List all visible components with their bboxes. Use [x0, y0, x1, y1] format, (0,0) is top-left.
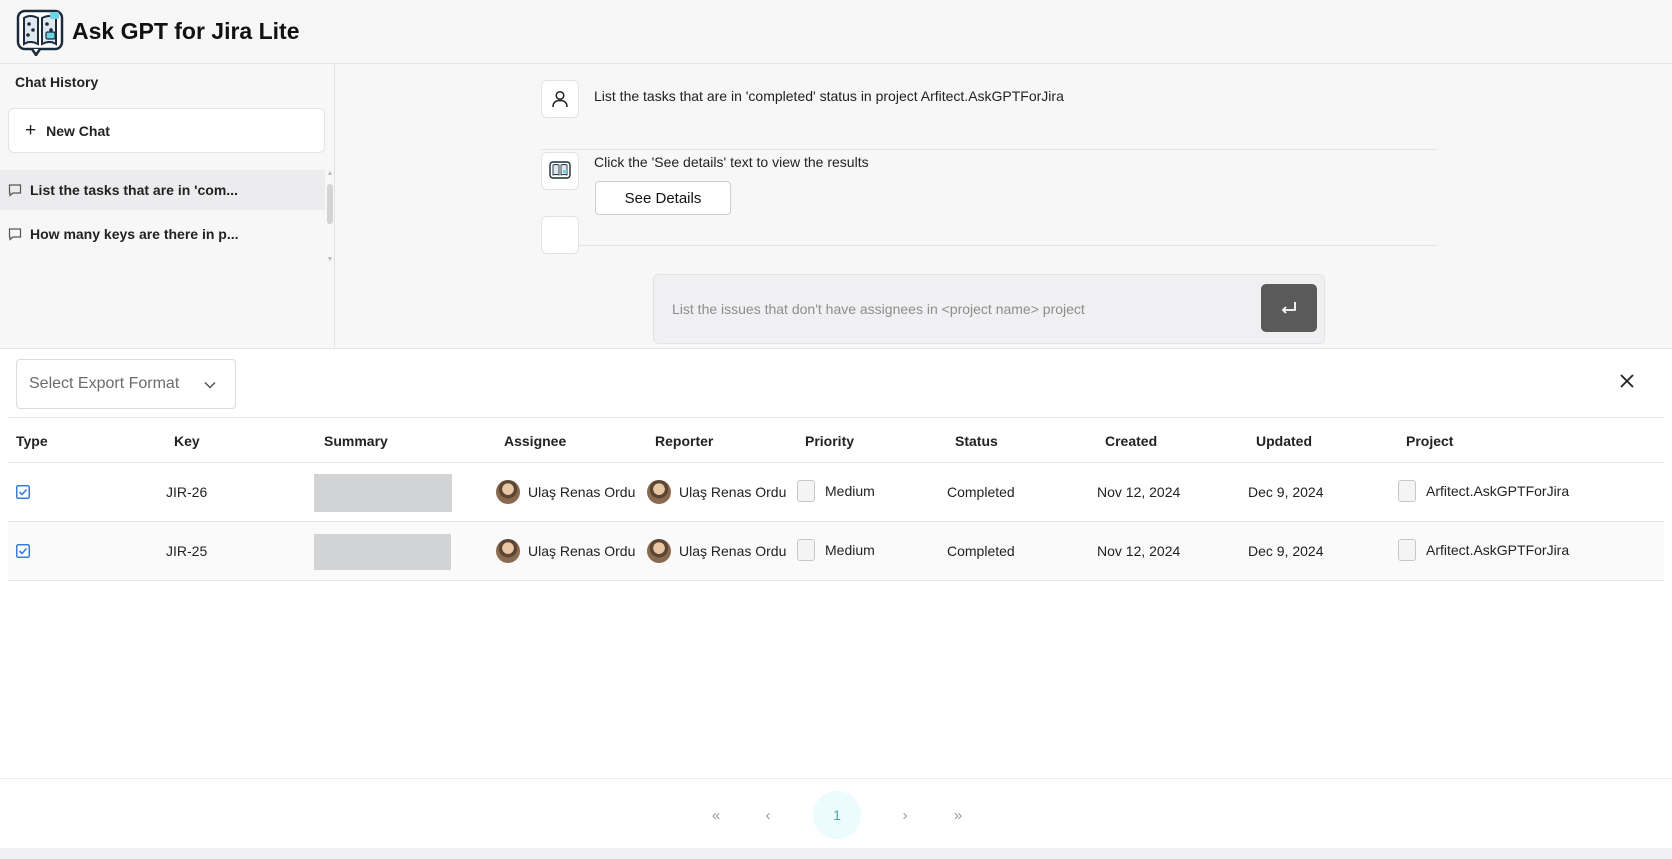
avatar [496, 480, 520, 504]
results-table: Type Key Summary Assignee Reporter Prior… [8, 417, 1664, 581]
user-message-text: List the tasks that are in 'completed' s… [594, 88, 1064, 104]
bot-icon [549, 161, 571, 179]
project-icon [1398, 539, 1416, 561]
column-header: Priority [805, 433, 855, 449]
chat-history-list: List the tasks that are in 'com... How m… [0, 170, 325, 258]
priority-icon [797, 539, 815, 561]
message-icon [8, 184, 22, 197]
reporter-name: Ulaş Renas Ordu [679, 543, 787, 559]
next-page-button[interactable]: › [893, 791, 917, 839]
bottom-strip [0, 848, 1672, 859]
send-button[interactable] [1261, 284, 1317, 332]
reporter: Ulaş Renas Ordu [647, 480, 786, 504]
close-icon[interactable] [1617, 371, 1637, 391]
updated-date: Dec 9, 2024 [1248, 543, 1324, 559]
reporter-name: Ulaş Renas Ordu [679, 484, 787, 500]
first-page-button[interactable]: « [704, 791, 728, 839]
user-avatar [541, 80, 579, 118]
enter-icon [1281, 302, 1296, 314]
column-header: Key [174, 433, 200, 449]
column-header: Created [1105, 433, 1158, 449]
assignee-name: Ulaş Renas Ordu [528, 543, 636, 559]
bot-message-text: Click the 'See details' text to view the… [594, 154, 869, 170]
project: Arfitect.AskGPTForJira [1398, 539, 1569, 561]
column-header: Project [1406, 433, 1454, 449]
user-message: List the tasks that are in 'completed' s… [541, 80, 1437, 150]
app-title: Ask GPT for Jira Lite [72, 18, 300, 44]
new-chat-button[interactable]: + New Chat [8, 108, 325, 153]
history-scrollbar[interactable]: ▲ ▼ [326, 170, 334, 264]
priority: Medium [797, 480, 875, 502]
updated-date: Dec 9, 2024 [1248, 484, 1324, 500]
avatar [496, 539, 520, 563]
column-header: Assignee [504, 433, 567, 449]
project: Arfitect.AskGPTForJira [1398, 480, 1569, 502]
new-chat-label: New Chat [46, 122, 110, 139]
status: Completed [947, 484, 1015, 500]
previous-page-button[interactable]: ‹ [756, 791, 780, 839]
pagination-bar: « ‹ 1 › » [0, 778, 1672, 848]
project-icon [1398, 480, 1416, 502]
issue-key[interactable]: JIR-25 [166, 543, 207, 559]
assignee-name: Ulaş Renas Ordu [528, 484, 636, 500]
prompt-box [653, 274, 1325, 344]
created-date: Nov 12, 2024 [1097, 484, 1181, 500]
summary-redacted [314, 534, 451, 570]
bot-avatar [541, 216, 579, 254]
scroll-up-icon[interactable]: ▲ [326, 170, 334, 177]
details-panel: Select Export Format Type Key Summary As… [0, 348, 1672, 778]
page-1-button[interactable]: 1 [813, 791, 861, 839]
column-header: Updated [1256, 433, 1312, 449]
priority-icon [797, 480, 815, 502]
prompt-input[interactable] [672, 301, 1232, 317]
scroll-thumb[interactable] [327, 184, 333, 224]
last-page-button[interactable]: » [946, 791, 970, 839]
project-name: Arfitect.AskGPTForJira [1426, 542, 1570, 558]
chevron-down-icon [204, 381, 216, 389]
table-header: Type Key Summary Assignee Reporter Prior… [8, 417, 1664, 463]
column-header: Type [16, 433, 48, 449]
user-icon [552, 90, 568, 108]
history-item[interactable]: How many keys are there in p... [0, 214, 325, 254]
assignee: Ulaş Renas Ordu [496, 480, 635, 504]
avatar [647, 539, 671, 563]
created-date: Nov 12, 2024 [1097, 543, 1181, 559]
see-details-button[interactable]: See Details [595, 181, 731, 215]
history-item-label: How many keys are there in p... [30, 226, 239, 242]
history-item[interactable]: List the tasks that are in 'com... [0, 170, 325, 210]
column-header: Summary [324, 433, 388, 449]
column-header: Reporter [655, 433, 714, 449]
task-type-icon [16, 544, 30, 558]
export-format-placeholder: Select Export Format [29, 375, 180, 392]
message-icon [8, 228, 22, 241]
avatar [647, 480, 671, 504]
chat-history-heading: Chat History [15, 74, 99, 90]
chat-history-sidebar: Chat History + New Chat List the tasks t… [0, 64, 335, 348]
brain-book-icon [16, 9, 64, 56]
issue-key[interactable]: JIR-26 [166, 484, 207, 500]
priority: Medium [797, 539, 875, 561]
app-header: Ask GPT for Jira Lite [0, 0, 1672, 64]
bot-avatar [541, 152, 579, 190]
column-header: Status [955, 433, 998, 449]
reporter: Ulaş Renas Ordu [647, 539, 786, 563]
scroll-down-icon[interactable]: ▼ [326, 256, 334, 263]
table-row[interactable]: JIR-25 Ulaş Renas Ordu Ulaş Renas Ordu M… [8, 522, 1664, 581]
history-item-label: List the tasks that are in 'com... [30, 182, 238, 198]
status: Completed [947, 543, 1015, 559]
project-name: Arfitect.AskGPTForJira [1426, 483, 1570, 499]
summary-redacted [314, 474, 452, 512]
plus-icon: + [25, 120, 37, 141]
priority-label: Medium [825, 542, 875, 558]
priority-label: Medium [825, 483, 875, 499]
export-format-select[interactable]: Select Export Format [16, 359, 236, 409]
table-row[interactable]: JIR-26 Ulaş Renas Ordu Ulaş Renas Ordu M… [8, 463, 1664, 522]
task-type-icon [16, 485, 30, 499]
assignee: Ulaş Renas Ordu [496, 539, 635, 563]
